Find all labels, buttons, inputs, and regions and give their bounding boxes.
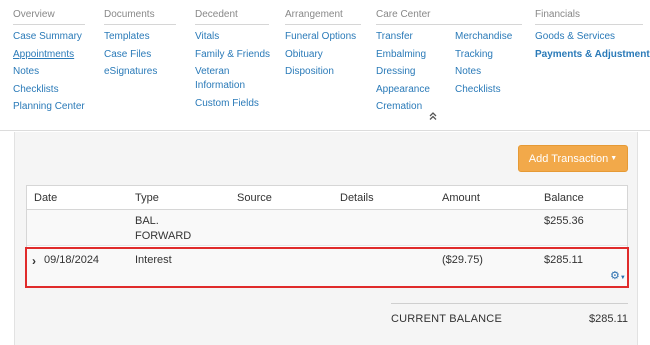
nav-item-veteran-information[interactable]: Veteran Information	[195, 63, 255, 95]
expand-row-button[interactable]: ›	[32, 254, 36, 268]
nav-item-notes[interactable]: Notes	[13, 63, 85, 81]
row-type: BAL. FORWARD	[135, 215, 192, 242]
nav-item-custom-fields[interactable]: Custom Fields	[195, 95, 270, 113]
table-row: BAL. FORWARD $255.36	[27, 210, 627, 246]
nav-item-appointments[interactable]: Appointments	[13, 46, 85, 64]
row-balance: $285.11	[544, 254, 583, 266]
double-chevron-up-icon[interactable]	[429, 112, 437, 123]
column-header-balance[interactable]: Balance	[544, 192, 584, 204]
nav-item-esignatures[interactable]: eSignatures	[104, 63, 176, 81]
care-center-column-1: Transfer Embalming Dressing Appearance C…	[376, 28, 430, 116]
add-transaction-label: Add Transaction	[528, 152, 609, 165]
row-balance: $255.36	[544, 215, 584, 227]
nav-item-case-summary[interactable]: Case Summary	[13, 28, 85, 46]
nav-section-overview: Overview Case Summary Appointments Notes…	[13, 9, 85, 116]
nav-item-planning-center[interactable]: Planning Center	[13, 98, 85, 116]
chevron-right-icon: ›	[32, 254, 36, 268]
nav-heading-documents: Documents	[104, 9, 176, 25]
nav-item-templates[interactable]: Templates	[104, 28, 176, 46]
column-header-amount[interactable]: Amount	[442, 192, 480, 204]
nav-item-merchandise[interactable]: Merchandise	[455, 28, 512, 46]
row-actions-button[interactable]: ⚙▼	[610, 269, 626, 282]
nav-section-documents: Documents Templates Case Files eSignatur…	[104, 9, 176, 81]
table-header: Date Type Source Details Amount Balance	[27, 186, 627, 210]
nav-item-dressing[interactable]: Dressing	[376, 63, 430, 81]
summary-divider	[391, 303, 628, 304]
caret-down-icon: ▼	[619, 275, 626, 281]
nav-item-checklists[interactable]: Checklists	[13, 81, 85, 99]
current-balance-label: CURRENT BALANCE	[391, 313, 502, 325]
nav-section-arrangement: Arrangement Funeral Options Obituary Dis…	[285, 9, 361, 81]
nav-item-case-files[interactable]: Case Files	[104, 46, 176, 64]
row-date: 09/18/2024	[44, 254, 100, 266]
nav-section-financials: Financials Goods & Services Payments & A…	[535, 9, 650, 63]
row-type: Interest	[135, 254, 172, 266]
nav-heading-care-center: Care Center	[376, 9, 522, 25]
column-header-source[interactable]: Source	[237, 192, 272, 204]
add-transaction-button[interactable]: Add Transaction ▼	[518, 145, 628, 172]
column-header-date[interactable]: Date	[34, 192, 57, 204]
nav-item-appearance[interactable]: Appearance	[376, 81, 430, 99]
caret-down-icon: ▼	[610, 155, 618, 162]
nav-section-decedent: Decedent Vitals Family & Friends Veteran…	[195, 9, 270, 113]
current-balance-value: $285.11	[589, 313, 628, 325]
nav-section-care-center: Care Center Transfer Embalming Dressing …	[376, 9, 522, 112]
nav-heading-financials: Financials	[535, 9, 643, 25]
nav-item-transfer[interactable]: Transfer	[376, 28, 430, 46]
collapse-chevron-graphic	[429, 112, 437, 120]
nav-item-cremation[interactable]: Cremation	[376, 98, 430, 116]
column-header-details[interactable]: Details	[340, 192, 374, 204]
top-navigation: Overview Case Summary Appointments Notes…	[0, 0, 650, 131]
nav-item-tracking[interactable]: Tracking	[455, 46, 512, 64]
nav-item-obituary[interactable]: Obituary	[285, 46, 361, 64]
nav-item-goods-services[interactable]: Goods & Services	[535, 28, 650, 46]
nav-heading-arrangement: Arrangement	[285, 9, 361, 25]
gear-icon: ⚙	[610, 270, 620, 282]
nav-heading-overview: Overview	[13, 9, 85, 25]
nav-item-disposition[interactable]: Disposition	[285, 63, 361, 81]
nav-heading-decedent: Decedent	[195, 9, 269, 25]
table-row-highlighted[interactable]: › 09/18/2024 Interest ($29.75) $285.11 ⚙…	[25, 247, 629, 288]
nav-item-embalming[interactable]: Embalming	[376, 46, 430, 64]
nav-item-care-checklists[interactable]: Checklists	[455, 81, 512, 99]
nav-item-payments-adjustments[interactable]: Payments & Adjustments	[535, 46, 650, 64]
nav-item-funeral-options[interactable]: Funeral Options	[285, 28, 361, 46]
nav-item-care-notes[interactable]: Notes	[455, 63, 512, 81]
care-center-column-2: Merchandise Tracking Notes Checklists	[455, 28, 512, 98]
nav-item-family-friends[interactable]: Family & Friends	[195, 46, 270, 64]
column-header-type[interactable]: Type	[135, 192, 159, 204]
transactions-table: Date Type Source Details Amount Balance …	[25, 185, 629, 288]
row-amount: ($29.75)	[442, 254, 483, 266]
nav-item-vitals[interactable]: Vitals	[195, 28, 270, 46]
